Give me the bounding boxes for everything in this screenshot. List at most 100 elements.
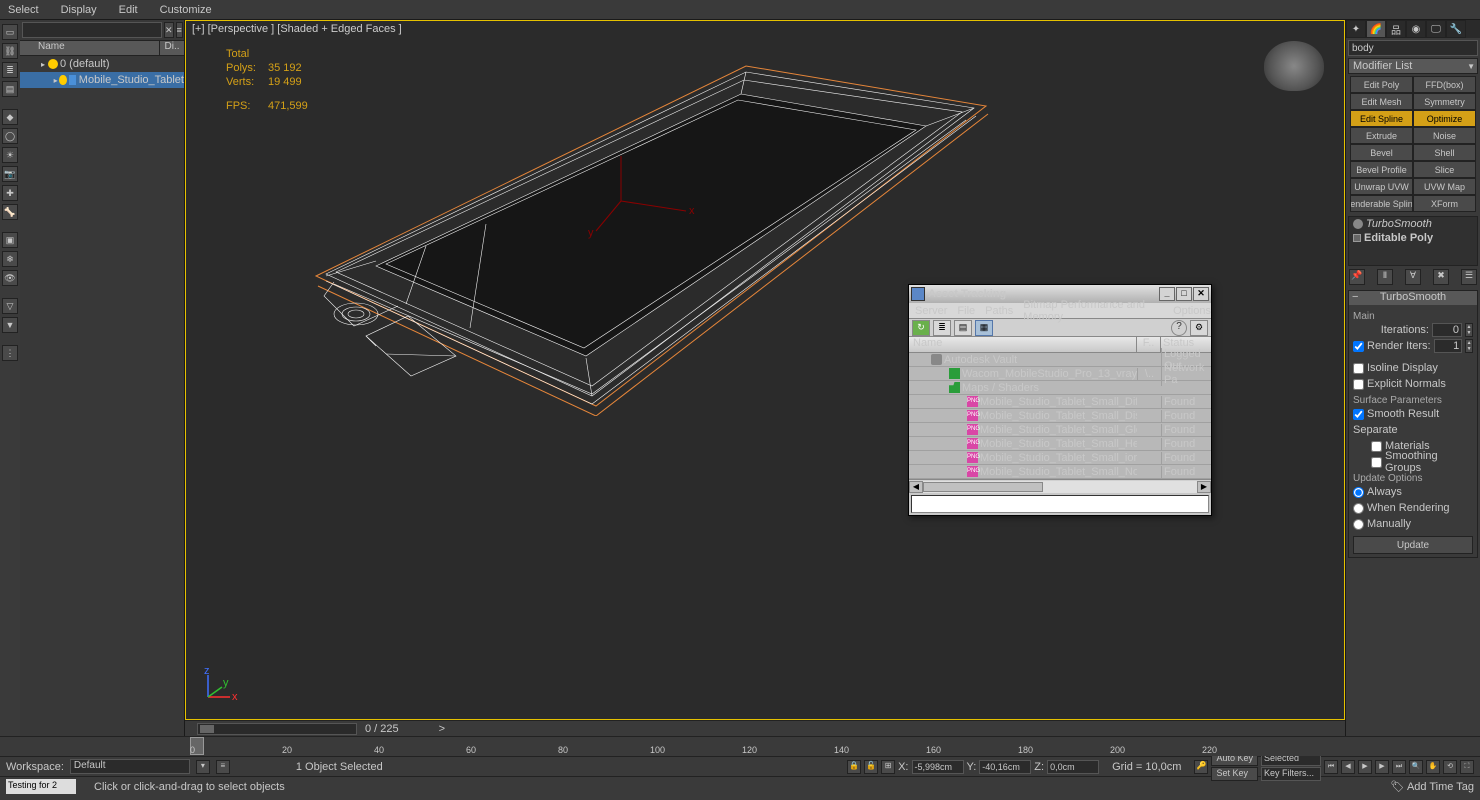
- iterations-input[interactable]: 0: [1432, 323, 1462, 337]
- sep-materials-check[interactable]: [1371, 441, 1382, 452]
- scene-col-name[interactable]: Name: [20, 41, 160, 55]
- dialog-hscrollbar[interactable]: ◀▶: [909, 479, 1211, 493]
- visibility-icon[interactable]: [48, 59, 58, 69]
- settings-icon[interactable]: ⚙: [1190, 320, 1208, 336]
- tool-geom-icon[interactable]: ◆: [2, 109, 18, 125]
- modifier-button[interactable]: Symmetry: [1413, 93, 1476, 110]
- unique-icon[interactable]: ∀: [1405, 269, 1421, 285]
- key-icon[interactable]: 🔑: [1194, 760, 1208, 774]
- tool-freeze-icon[interactable]: ❄: [2, 251, 18, 267]
- tree-view-icon[interactable]: ≣: [933, 320, 951, 336]
- tool-bone-icon[interactable]: 🦴: [2, 204, 18, 220]
- update-button[interactable]: Update: [1353, 536, 1473, 554]
- modifier-button[interactable]: Edit Mesh: [1350, 93, 1413, 110]
- nav-pan-icon[interactable]: ✋: [1426, 760, 1440, 774]
- tab-motion-icon[interactable]: ◉: [1406, 20, 1426, 38]
- tab-hierarchy-icon[interactable]: 品: [1386, 20, 1406, 38]
- asset-row[interactable]: PNGMobile_Studio_Tablet_Small_Display.pn…: [909, 409, 1211, 423]
- dialog-menu-item[interactable]: Options: [1173, 305, 1211, 317]
- dialog-menu-item[interactable]: Server: [915, 305, 947, 317]
- dialog-status-input[interactable]: [911, 495, 1209, 513]
- tool-link-icon[interactable]: ⛓: [2, 43, 18, 59]
- modifier-button[interactable]: Shell: [1413, 144, 1476, 161]
- viewport-scrollbar[interactable]: [197, 723, 357, 735]
- modifier-button[interactable]: Extrude: [1350, 127, 1413, 144]
- tool-light-icon[interactable]: ☀: [2, 147, 18, 163]
- tab-create-icon[interactable]: ✦: [1346, 20, 1366, 38]
- modifier-button[interactable]: Edit Poly: [1350, 76, 1413, 93]
- tool-shape-icon[interactable]: ◯: [2, 128, 18, 144]
- pin-stack-icon[interactable]: 📌: [1349, 269, 1365, 285]
- asset-row[interactable]: Wacom_MobileStudio_Pro_13_vray.max\..Net…: [909, 367, 1211, 381]
- modifier-button[interactable]: UVW Map: [1413, 178, 1476, 195]
- modifier-button[interactable]: FFD(box): [1413, 76, 1476, 93]
- flat-view-icon[interactable]: ▤: [954, 320, 972, 336]
- smooth-result-check[interactable]: [1353, 409, 1364, 420]
- nav-zoom-icon[interactable]: 🔍: [1409, 760, 1423, 774]
- layers-icon[interactable]: ≡: [216, 760, 230, 774]
- table-view-icon[interactable]: ▦: [975, 320, 993, 336]
- modifier-button[interactable]: Noise: [1413, 127, 1476, 144]
- show-end-icon[interactable]: Ⅱ: [1377, 269, 1393, 285]
- refresh-icon[interactable]: ↻: [912, 320, 930, 336]
- lock-sel-icon[interactable]: 🔒: [847, 760, 861, 774]
- tool-group-icon[interactable]: ▣: [2, 232, 18, 248]
- modifier-button[interactable]: Edit Spline: [1350, 110, 1413, 127]
- modifier-button[interactable]: Unwrap UVW: [1350, 178, 1413, 195]
- modifier-button[interactable]: Bevel: [1350, 144, 1413, 161]
- col-name[interactable]: Name: [909, 337, 1137, 352]
- modifier-button[interactable]: enderable Splin: [1350, 195, 1413, 212]
- tool-filter-icon[interactable]: ▤: [2, 81, 18, 97]
- scene-row[interactable]: ▸Mobile_Studio_Tablet: [20, 72, 184, 88]
- workspace-opts-icon[interactable]: ▾: [196, 760, 210, 774]
- tool-select-icon[interactable]: ▭: [2, 24, 18, 40]
- expand-icon[interactable]: [1353, 234, 1361, 242]
- tool-layer-icon[interactable]: ≣: [2, 62, 18, 78]
- viewcube-icon[interactable]: [1264, 41, 1324, 91]
- modifier-stack[interactable]: TurboSmooth Editable Poly: [1348, 216, 1478, 266]
- goto-end-icon[interactable]: ⏭: [1392, 760, 1406, 774]
- scene-row[interactable]: ▸0 (default): [20, 56, 184, 72]
- update-render-radio[interactable]: [1353, 503, 1364, 514]
- update-manual-radio[interactable]: [1353, 519, 1364, 530]
- coord-z-input[interactable]: 0,0cm: [1047, 760, 1099, 774]
- tool-hide-icon[interactable]: 👁: [2, 270, 18, 286]
- iterations-stepper[interactable]: [1465, 323, 1473, 337]
- play-icon[interactable]: ▶: [1358, 760, 1372, 774]
- scene-search-input[interactable]: [22, 22, 162, 38]
- rollout-header[interactable]: −TurboSmooth: [1349, 291, 1477, 305]
- coord-x-input[interactable]: -5,998cm: [912, 760, 964, 774]
- tool-expand-icon[interactable]: ▼: [2, 317, 18, 333]
- visibility-icon[interactable]: [59, 75, 66, 85]
- help-icon[interactable]: ?: [1171, 320, 1187, 336]
- scene-list-icon[interactable]: ≡: [176, 22, 183, 38]
- scene-clear-icon[interactable]: ✕: [164, 22, 174, 38]
- menu-display[interactable]: Display: [61, 4, 97, 16]
- coord-y-input[interactable]: -40,16cm: [979, 760, 1031, 774]
- asset-row[interactable]: PNGMobile_Studio_Tablet_Small_ior.pngFou…: [909, 451, 1211, 465]
- goto-start-icon[interactable]: ⏮: [1324, 760, 1338, 774]
- workspace-dropdown[interactable]: Default: [70, 759, 190, 774]
- next-frame-icon[interactable]: ▶: [1375, 760, 1389, 774]
- asset-row[interactable]: PNGMobile_Studio_Tablet_Small_Glossiness…: [909, 423, 1211, 437]
- maximize-icon[interactable]: □: [1176, 287, 1192, 301]
- tool-collapse-icon[interactable]: ▽: [2, 298, 18, 314]
- setkey-button[interactable]: Set Key: [1211, 767, 1258, 781]
- config-icon[interactable]: ☰: [1461, 269, 1477, 285]
- menu-edit[interactable]: Edit: [119, 4, 138, 16]
- col-f[interactable]: F..: [1137, 337, 1161, 352]
- modifier-button[interactable]: Bevel Profile: [1350, 161, 1413, 178]
- abs-rel-icon[interactable]: ⊞: [881, 760, 895, 774]
- asset-row[interactable]: PNGMobile_Studio_Tablet_Small_Normal.png…: [909, 465, 1211, 479]
- tab-utility-icon[interactable]: 🔧: [1446, 20, 1466, 38]
- update-always-radio[interactable]: [1353, 487, 1364, 498]
- keyfilters-button[interactable]: Key Filters...: [1261, 767, 1321, 781]
- menu-customize[interactable]: Customize: [160, 4, 212, 16]
- render-iters-check[interactable]: [1353, 341, 1364, 352]
- explicit-normals-check[interactable]: [1353, 379, 1364, 390]
- modifier-list-dropdown[interactable]: Modifier List▼: [1348, 58, 1478, 74]
- asset-row[interactable]: PNGMobile_Studio_Tablet_Small_Diffuse.pn…: [909, 395, 1211, 409]
- dialog-menu-item[interactable]: Bitmap Performance and Memory: [1023, 299, 1163, 323]
- menu-select[interactable]: Select: [8, 4, 39, 16]
- isoline-check[interactable]: [1353, 363, 1364, 374]
